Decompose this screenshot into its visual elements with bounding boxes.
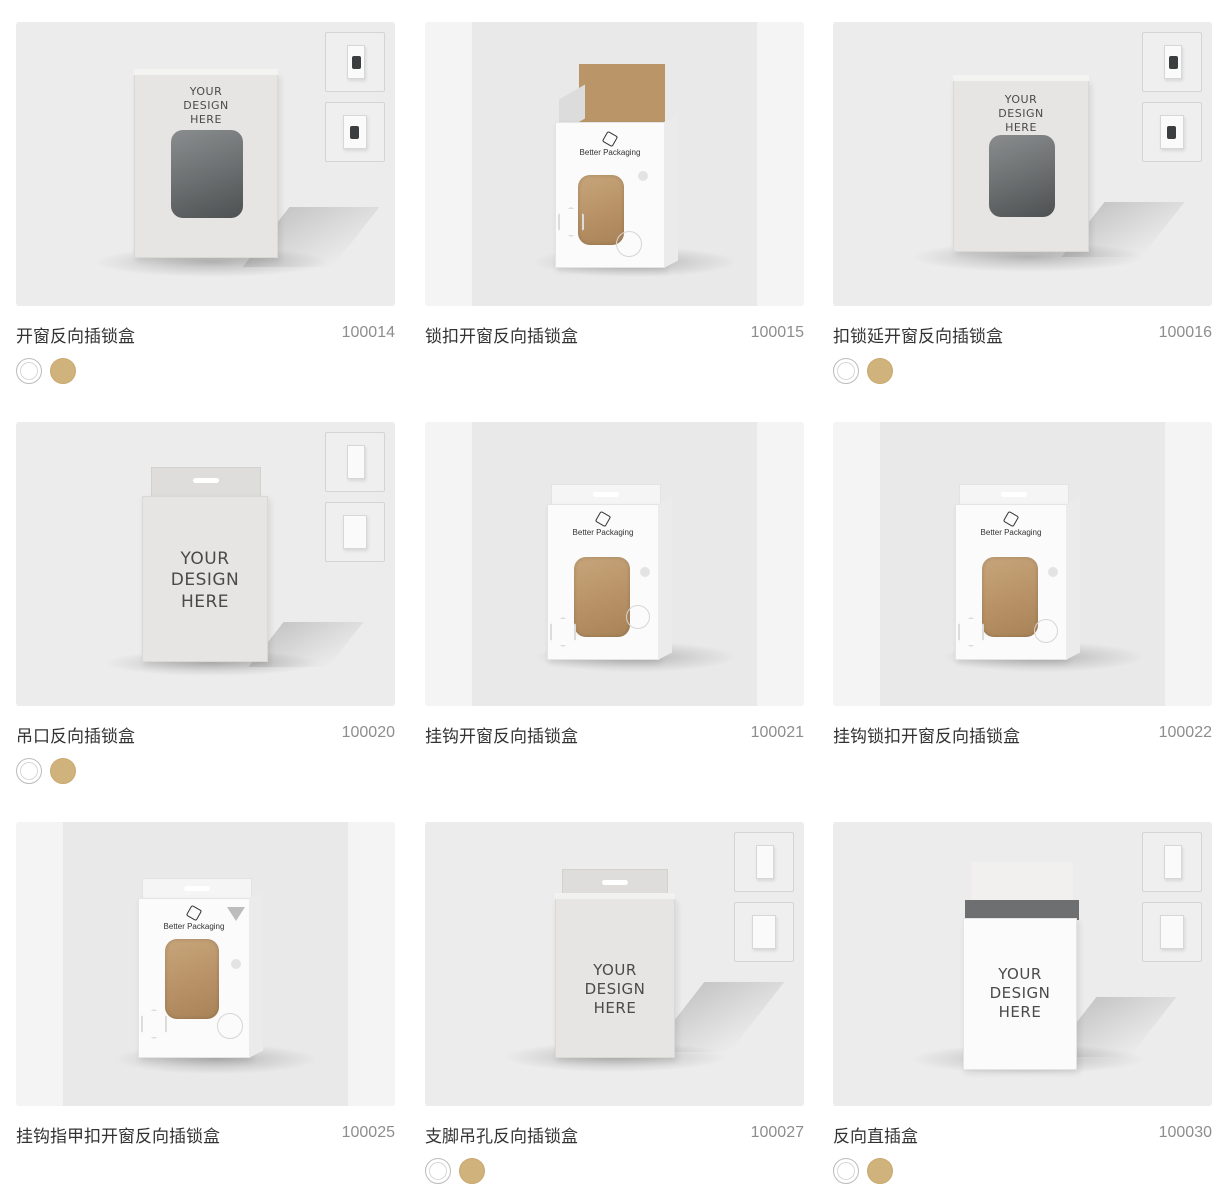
product-code: 100021 [750,724,804,741]
white-swatch[interactable] [425,1158,451,1184]
product-title[interactable]: 锁扣开窗反向插锁盒 [425,322,578,347]
product-code: 100014 [341,324,395,341]
product-title[interactable]: 挂钩锁扣开窗反向插锁盒 [833,722,1020,747]
product-title[interactable]: 反向直插盒 [833,1122,918,1147]
product-image[interactable]: Better Packaging [833,422,1212,706]
box-thumbnail[interactable] [325,502,385,562]
product-title[interactable]: 挂钩开窗反向插锁盒 [425,722,578,747]
product-code: 100015 [750,324,804,341]
box-mockup: YOUR DESIGN HERE [555,893,675,1058]
product-card[interactable]: Better Packaging 锁扣开窗反向插锁盒 100015 [425,22,804,364]
product-image[interactable]: YOUR DESIGN HERE [16,22,395,306]
product-code: 100016 [1158,324,1212,341]
kraft-swatch[interactable] [867,358,893,384]
white-swatch[interactable] [16,358,42,384]
thumbnail-list [325,432,385,572]
box-mockup: Better Packaging [955,496,1080,660]
product-image[interactable]: YOUR DESIGN HERE [425,822,804,1106]
box-mockup: Better Packaging [555,114,678,269]
product-card[interactable]: Better Packaging 挂钩指甲扣开窗反向插锁盒 100025 [16,822,395,1164]
box-thumbnail[interactable] [325,432,385,492]
product-title[interactable]: 扣锁延开窗反向插锁盒 [833,322,1003,347]
thumbnail-list [734,832,794,972]
color-swatches [425,1158,485,1184]
product-card[interactable]: YOUR DESIGN HERE 吊口反向插锁盒 100020 [16,422,395,784]
white-swatch[interactable] [833,358,859,384]
color-swatches [16,758,76,784]
box-thumbnail[interactable] [1142,902,1202,962]
color-swatches [16,358,76,384]
white-swatch[interactable] [833,1158,859,1184]
product-code: 100030 [1158,1124,1212,1141]
product-card[interactable]: Better Packaging 挂钩开窗反向插锁盒 100021 [425,422,804,764]
box-thumbnail[interactable] [1142,32,1202,92]
product-code: 100025 [341,1124,395,1141]
kraft-swatch[interactable] [50,758,76,784]
product-image[interactable]: Better Packaging [425,22,804,306]
white-swatch[interactable] [16,758,42,784]
kraft-swatch[interactable] [867,1158,893,1184]
product-card[interactable]: YOUR DESIGN HERE 开窗反向插锁盒 100014 [16,22,395,384]
box-thumbnail[interactable] [1142,832,1202,892]
hang-tab [151,467,261,497]
product-title[interactable]: 挂钩指甲扣开窗反向插锁盒 [16,1122,220,1147]
thumbnail-list [325,32,385,172]
box-thumbnail[interactable] [1142,102,1202,162]
color-swatches [833,1158,893,1184]
product-code: 100020 [341,724,395,741]
box-thumbnail[interactable] [325,32,385,92]
box-thumbnail[interactable] [734,902,794,962]
box-mockup: YOUR DESIGN HERE [134,69,278,258]
product-image[interactable]: YOUR DESIGN HERE [16,422,395,706]
kraft-swatch[interactable] [50,358,76,384]
product-card[interactable]: YOUR DESIGN HERE 反向直插盒 100030 [833,822,1212,1184]
product-image[interactable]: Better Packaging [425,422,804,706]
product-card[interactable]: YOUR DESIGN HERE 扣锁延开窗反向插锁盒 100016 [833,22,1212,384]
box-mockup: YOUR DESIGN HERE [142,496,268,662]
product-image[interactable]: Better Packaging [16,822,395,1106]
box-mockup: Better Packaging [138,890,263,1058]
box-thumbnail[interactable] [325,102,385,162]
box-mockup: Better Packaging [547,496,672,660]
box-mockup: YOUR DESIGN HERE [953,75,1089,252]
product-image[interactable]: YOUR DESIGN HERE [833,22,1212,306]
thumbnail-list [1142,832,1202,972]
box-mockup: YOUR DESIGN HERE [963,918,1077,1070]
product-title[interactable]: 吊口反向插锁盒 [16,722,135,747]
product-title[interactable]: 支脚吊孔反向插锁盒 [425,1122,578,1147]
product-card[interactable]: YOUR DESIGN HERE 支脚吊孔反向插锁盒 100027 [425,822,804,1184]
product-card[interactable]: Better Packaging 挂钩锁扣开窗反向插锁盒 100022 [833,422,1212,764]
box-thumbnail[interactable] [734,832,794,892]
product-code: 100027 [750,1124,804,1141]
kraft-swatch[interactable] [459,1158,485,1184]
product-image[interactable]: YOUR DESIGN HERE [833,822,1212,1106]
product-title[interactable]: 开窗反向插锁盒 [16,322,135,347]
product-code: 100022 [1158,724,1212,741]
thumbnail-list [1142,32,1202,172]
color-swatches [833,358,893,384]
